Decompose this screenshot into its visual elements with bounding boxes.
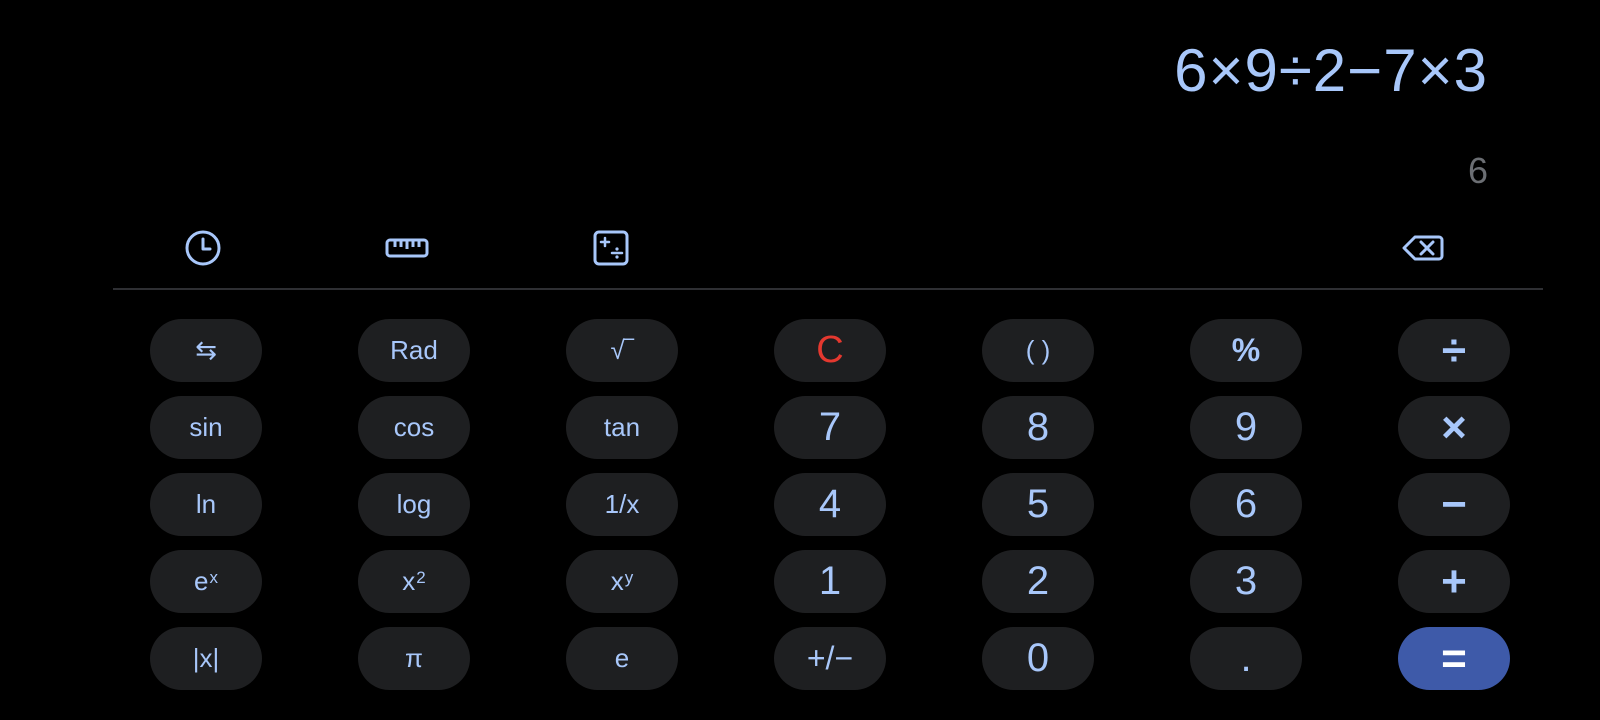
plus-button[interactable]: + [1398,550,1510,613]
history-button[interactable] [175,220,231,276]
inverse-toggle-button[interactable]: ⇆ [150,319,262,382]
ln-button[interactable]: ln [150,473,262,536]
equals-button[interactable]: = [1398,627,1510,690]
digit-7-button[interactable]: 7 [774,396,886,459]
calculator-ops-icon [593,230,629,266]
keypad: ⇆ Rad √‾ C ( ) % ÷ sin cos tan 7 8 9 × l… [150,319,1510,693]
minus-button[interactable]: − [1398,473,1510,536]
exp-superscript: x [209,567,218,587]
power-base: x [610,566,624,596]
toolbar [113,216,1543,284]
parentheses-button[interactable]: ( ) [982,319,1094,382]
swap-icon: ⇆ [195,335,217,365]
log-button[interactable]: log [358,473,470,536]
digit-2-button[interactable]: 2 [982,550,1094,613]
ruler-icon [385,238,429,258]
calculator-mode-button[interactable] [583,220,639,276]
tan-button[interactable]: tan [566,396,678,459]
pi-button[interactable]: π [358,627,470,690]
digit-8-button[interactable]: 8 [982,396,1094,459]
digit-6-button[interactable]: 6 [1190,473,1302,536]
abs-button[interactable]: |x| [150,627,262,690]
square-base: x [402,566,416,596]
cos-button[interactable]: cos [358,396,470,459]
expression-display[interactable]: 6×9÷2−7×3 [1174,36,1488,105]
backspace-icon [1402,235,1444,261]
divide-button[interactable]: ÷ [1398,319,1510,382]
unit-converter-button[interactable] [379,220,435,276]
negate-button[interactable]: +/− [774,627,886,690]
decimal-point-button[interactable]: . [1190,627,1302,690]
exp-button[interactable]: ex [150,550,262,613]
reciprocal-button[interactable]: 1/x [566,473,678,536]
exp-base: e [194,566,209,596]
backspace-button[interactable] [1395,220,1451,276]
digit-4-button[interactable]: 4 [774,473,886,536]
digit-3-button[interactable]: 3 [1190,550,1302,613]
clear-button[interactable]: C [774,319,886,382]
power-superscript: y [624,567,634,587]
multiply-button[interactable]: × [1398,396,1510,459]
history-clock-icon [185,230,221,266]
digit-1-button[interactable]: 1 [774,550,886,613]
square-superscript: 2 [416,567,426,587]
digit-5-button[interactable]: 5 [982,473,1094,536]
percent-button[interactable]: % [1190,319,1302,382]
sin-button[interactable]: sin [150,396,262,459]
euler-button[interactable]: e [566,627,678,690]
sqrt-button[interactable]: √‾ [566,319,678,382]
result-preview: 6 [1467,150,1488,191]
toolbar-divider [113,288,1543,290]
rad-deg-button[interactable]: Rad [358,319,470,382]
calculator-app: 6×9÷2−7×3 6 ⇆ Rad √‾ C () % ÷ sin cos t… [0,0,1600,720]
digit-0-button[interactable]: 0 [982,627,1094,690]
power-button[interactable]: xy [566,550,678,613]
square-button[interactable]: x2 [358,550,470,613]
digit-9-button[interactable]: 9 [1190,396,1302,459]
